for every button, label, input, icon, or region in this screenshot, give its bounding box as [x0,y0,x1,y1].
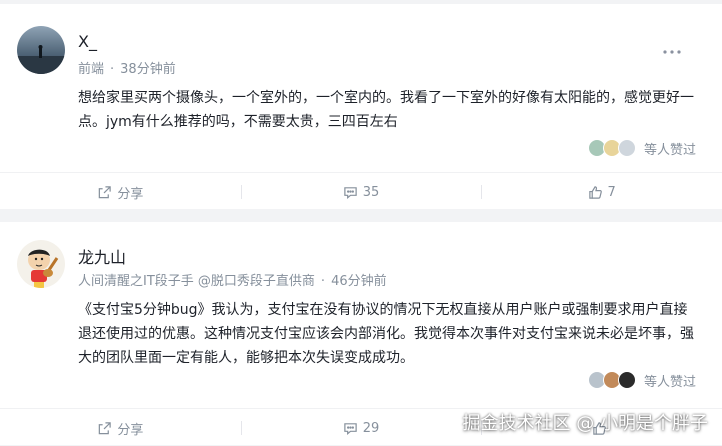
likers-text: 等人赞过 [644,139,696,158]
avatar[interactable] [17,240,65,288]
thumbs-up-icon [588,185,603,200]
like-count: 7 [608,185,616,200]
action-bar: 分享 35 7 [0,174,722,210]
post-time: 46分钟前 [331,274,387,289]
share-label: 分享 [117,183,143,202]
watermark: 掘金技术社区 @ 小明是个胖子 [463,409,708,435]
avatar[interactable] [17,26,65,74]
post-time: 38分钟前 [120,62,176,77]
comment-count: 35 [363,185,380,200]
comment-icon [343,421,358,436]
share-icon [97,185,112,200]
post-content[interactable]: 《支付宝5分钟bug》我认为，支付宝在没有协议的情况下无权直接从用户账户或强制要… [78,298,700,370]
author-name[interactable]: 龙九山 [78,244,126,268]
comment-icon [343,185,358,200]
share-label: 分享 [117,419,143,438]
post-card: X_ 前端 · 38分钟前 想给家里买两个摄像头，一个室外的，一个室内的。我看了一下… [0,4,722,209]
more-options-icon[interactable] [662,40,682,50]
share-button[interactable]: 分享 [0,174,241,210]
like-button[interactable]: 7 [481,174,722,210]
post-content[interactable]: 想给家里买两个摄像头，一个室外的，一个室内的。我看了一下室外的好像有太阳能的，感… [78,86,700,134]
author-meta: 人间清醒之IT段子手 @脱口秀段子直供商 · 46分钟前 [78,270,387,289]
meta-separator: · [110,62,114,77]
share-icon [97,421,112,436]
likers-row[interactable]: 等人赞过 [588,370,696,390]
likers-text: 等人赞过 [644,371,696,390]
comment-button[interactable]: 29 [241,410,482,446]
author-title[interactable]: 前端 [78,62,104,77]
likers-row[interactable]: 等人赞过 [588,138,696,158]
share-button[interactable]: 分享 [0,410,241,446]
liker-avatar [618,371,636,389]
comment-button[interactable]: 35 [241,174,482,210]
author-meta: 前端 · 38分钟前 [78,58,176,77]
meta-separator: · [321,274,325,289]
comment-count: 29 [363,421,380,436]
author-title[interactable]: 人间清醒之IT段子手 @脱口秀段子直供商 [78,274,315,289]
liker-avatar [618,139,636,157]
author-name[interactable]: X_ [78,32,97,51]
divider [0,172,722,173]
